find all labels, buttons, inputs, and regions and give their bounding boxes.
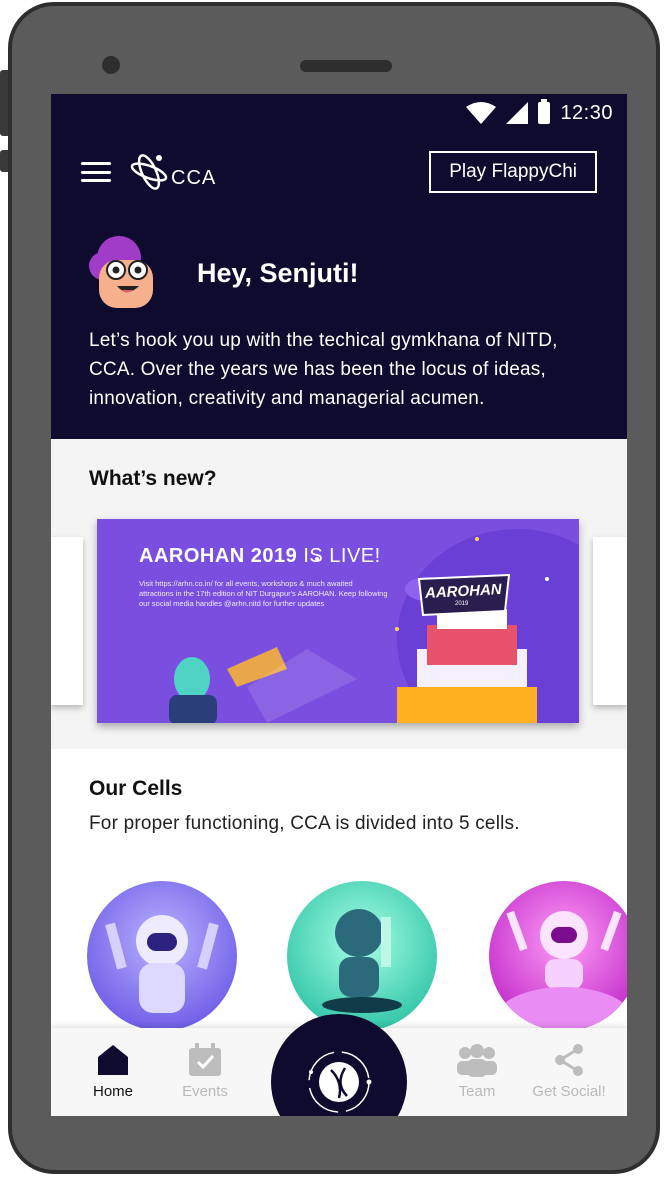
nav-events[interactable]: Events [159,1043,251,1116]
banner-logo-year: 2019 [455,601,469,607]
nav-team-label: Team [458,1083,496,1100]
signal-icon [506,102,529,124]
home-icon [98,1045,128,1075]
cell-card-3[interactable] [489,881,627,1031]
cell-card-1[interactable] [87,881,237,1031]
previous-banner-card[interactable] [51,537,83,705]
wifi-icon [466,102,497,124]
greeting-title: Hey, Senjuti! [197,257,359,288]
nav-get-social-label: Get Social! [532,1083,606,1100]
logo-text: CCA [171,167,217,189]
cca-center-logo-icon [308,1051,372,1113]
greeting-row: Hey, Senjuti! [51,212,627,314]
banner-title: AAROHAN 2019 IS LIVE! [139,545,381,568]
bottom-navigation: Home Events Team Get Social! [51,1014,627,1116]
hamburger-menu-icon[interactable] [81,162,111,182]
top-bar: CCA Play FlappyChi [51,132,627,212]
our-cells-title: Our Cells [89,777,183,800]
team-icon [457,1044,497,1077]
calendar-icon [189,1043,221,1076]
nav-home-label: Home [92,1083,133,1100]
next-banner-card[interactable] [593,537,627,705]
our-cells-subtitle: For proper functioning, CCA is divided i… [89,813,520,834]
nav-team[interactable]: Team [431,1043,523,1116]
share-icon [555,1044,583,1076]
cca-logo[interactable]: CCA [129,150,216,194]
cell-card-2[interactable] [287,881,437,1031]
intro-text: Let’s hook you up with the techical gymk… [89,330,558,409]
app-screen: 12:30 CCA Play FlappyChi Hey, Senjuti! L… [51,94,627,1116]
status-time: 12:30 [560,101,613,124]
center-logo-button[interactable] [271,1014,407,1116]
astronaut-planet-icon [494,910,627,1031]
banner-description: Visit https://arhn.co.in/ for all events… [139,579,388,608]
header: CCA Play FlappyChi Hey, Senjuti! Let’s h… [51,132,627,439]
banner-title-bold: AAROHAN 2019 [139,545,298,567]
battery-icon [538,99,551,124]
whats-new-title: What’s new? [89,467,217,490]
astronaut-computer-icon [322,909,402,1013]
play-flappychi-button[interactable]: Play FlappyChi [429,151,597,193]
earpiece-speaker [300,60,392,72]
nav-events-label: Events [182,1083,228,1100]
cca-logo-mark-icon [130,154,168,190]
front-camera [102,56,120,74]
astronaut-icon [105,915,219,1013]
status-bar: 12:30 [51,94,627,132]
nav-get-social[interactable]: Get Social! [523,1043,615,1116]
whats-new-section: What’s new? AAROHAN 2019 IS LIVE! Visit … [51,439,627,749]
nav-home[interactable]: Home [67,1043,159,1116]
banner-title-regular: IS LIVE! [297,545,381,567]
user-avatar[interactable] [83,232,165,314]
aarohan-banner[interactable]: AAROHAN 2019 IS LIVE! Visit https://arhn… [97,519,579,723]
